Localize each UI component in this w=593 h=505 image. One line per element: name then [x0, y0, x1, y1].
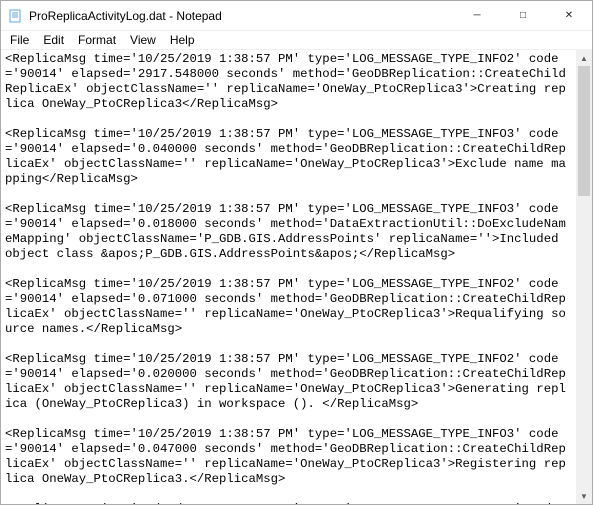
menu-file[interactable]: File: [3, 32, 36, 48]
vertical-scrollbar[interactable]: ▲ ▼: [576, 50, 592, 504]
text-content[interactable]: <ReplicaMsg time='10/25/2019 1:38:57 PM'…: [1, 50, 576, 504]
close-button[interactable]: ✕: [546, 1, 592, 30]
window-controls: ─ □ ✕: [454, 1, 592, 30]
menu-edit[interactable]: Edit: [36, 32, 71, 48]
menu-view[interactable]: View: [123, 32, 163, 48]
scroll-thumb[interactable]: [578, 66, 590, 196]
scroll-up-button[interactable]: ▲: [576, 50, 592, 66]
window-title: ProReplicaActivityLog.dat - Notepad: [29, 9, 454, 23]
menu-bar: File Edit Format View Help: [1, 31, 592, 50]
minimize-button[interactable]: ─: [454, 1, 500, 30]
title-bar: ProReplicaActivityLog.dat - Notepad ─ □ …: [1, 1, 592, 31]
menu-format[interactable]: Format: [71, 32, 123, 48]
notepad-icon: [7, 8, 23, 24]
menu-help[interactable]: Help: [163, 32, 202, 48]
scroll-down-button[interactable]: ▼: [576, 488, 592, 504]
maximize-button[interactable]: □: [500, 1, 546, 30]
editor-area: <ReplicaMsg time='10/25/2019 1:38:57 PM'…: [1, 50, 592, 504]
scroll-track[interactable]: [576, 66, 592, 488]
